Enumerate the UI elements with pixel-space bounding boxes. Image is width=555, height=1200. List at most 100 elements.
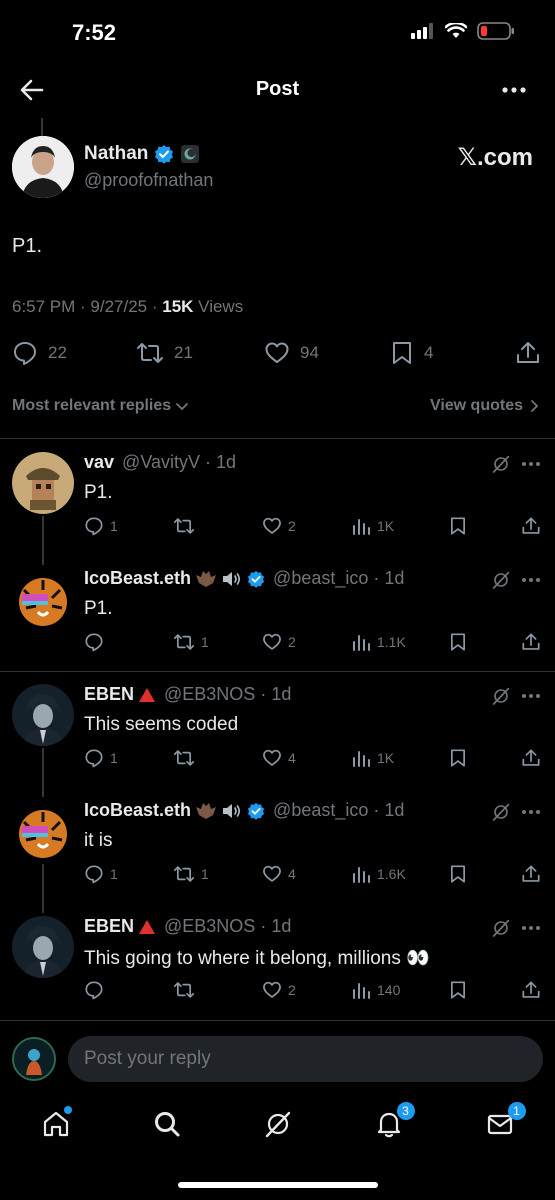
reply-button[interactable] — [84, 980, 140, 1000]
nav-search[interactable] — [147, 1104, 187, 1144]
reply-icon — [14, 342, 36, 365]
reply-avatar[interactable] — [12, 568, 74, 630]
reply-button[interactable]: 22 — [12, 340, 67, 366]
reply-handle[interactable]: @VavityV · 1d — [122, 452, 236, 473]
repost-icon — [173, 866, 195, 882]
bookmark-button[interactable]: 4 — [390, 340, 433, 366]
like-button[interactable]: 2 — [262, 632, 318, 652]
like-button[interactable]: 2 — [262, 980, 318, 1000]
reply-more-button[interactable] — [521, 688, 541, 704]
bookmark-button[interactable] — [448, 980, 468, 1000]
repost-button[interactable] — [173, 980, 229, 1000]
like-count: 2 — [288, 634, 296, 650]
verified-badge-icon — [247, 802, 265, 820]
reply-input[interactable]: Post your reply — [68, 1036, 543, 1082]
bookmark-button[interactable] — [448, 632, 468, 652]
views-count: 15K — [162, 297, 194, 316]
red-triangle-icon — [139, 687, 156, 702]
reply-author-name[interactable]: vav — [84, 452, 114, 473]
grok-button[interactable] — [491, 918, 511, 938]
post-timestamp[interactable]: 6:57 PM · 9/27/25 · — [12, 297, 162, 316]
repost-button[interactable]: 21 — [136, 340, 193, 366]
brand-link[interactable]: 𝕏.com — [458, 143, 533, 172]
reply-author-name[interactable]: IcoBeast.eth — [84, 800, 191, 821]
reply-more-button[interactable] — [521, 572, 541, 588]
heart-icon — [263, 633, 281, 650]
reply-more-button[interactable] — [521, 804, 541, 820]
share-button[interactable] — [515, 340, 541, 366]
home-unread-dot — [63, 1106, 72, 1114]
repost-button[interactable] — [173, 516, 229, 536]
repost-button[interactable] — [173, 748, 229, 768]
author-name[interactable]: Nathan — [84, 143, 148, 165]
share-button[interactable] — [521, 748, 541, 768]
reply-more-button[interactable] — [521, 920, 541, 936]
repost-button[interactable]: 1 — [173, 864, 229, 884]
my-avatar[interactable] — [12, 1037, 56, 1081]
reply-text: This seems coded — [84, 714, 239, 735]
view-quotes-link[interactable]: View quotes — [430, 397, 541, 415]
repost-icon — [173, 982, 195, 998]
share-button[interactable] — [521, 516, 541, 536]
sort-replies-dropdown[interactable]: Most relevant replies — [12, 397, 189, 415]
grok-button[interactable] — [491, 454, 511, 474]
views-button[interactable]: 1.6K — [351, 864, 407, 884]
reply-button[interactable]: 1 — [84, 748, 140, 768]
reply-header: EBEN @EB3NOS · 1d — [84, 916, 291, 937]
nav-messages[interactable]: 1 — [480, 1102, 526, 1144]
author-avatar[interactable] — [12, 136, 74, 198]
nav-notifications[interactable]: 3 — [369, 1102, 415, 1144]
reply-handle[interactable]: @beast_ico · 1d — [273, 568, 404, 589]
share-button[interactable] — [521, 632, 541, 652]
repost-button[interactable]: 1 — [173, 632, 229, 652]
grok-button[interactable] — [491, 802, 511, 822]
grok-button[interactable] — [491, 686, 511, 706]
reply-handle[interactable]: @EB3NOS · 1d — [164, 916, 291, 937]
like-button[interactable]: 4 — [262, 864, 318, 884]
nav-grok[interactable] — [258, 1104, 298, 1144]
reply-more-button[interactable] — [521, 456, 541, 472]
bookmark-button[interactable] — [448, 516, 468, 536]
messages-badge: 1 — [507, 1102, 526, 1120]
reply-button[interactable] — [84, 632, 140, 652]
share-button[interactable] — [521, 980, 541, 1000]
like-button[interactable]: 4 — [262, 748, 318, 768]
reply-handle[interactable]: @EB3NOS · 1d — [164, 684, 291, 705]
views-label: Views — [193, 297, 244, 316]
grok-icon — [492, 455, 510, 473]
more-options-button[interactable] — [501, 80, 527, 100]
reply-author-name[interactable]: EBEN — [84, 684, 134, 705]
like-count: 2 — [288, 518, 296, 534]
reply-author-name[interactable]: EBEN — [84, 916, 134, 937]
author-handle[interactable]: @proofofnathan — [84, 170, 213, 191]
grok-button[interactable] — [491, 570, 511, 590]
views-button[interactable]: 1K — [351, 748, 407, 768]
battery-low-icon — [477, 22, 514, 40]
reply-button[interactable]: 1 — [84, 864, 140, 884]
reply-author-name[interactable]: IcoBeast.eth — [84, 568, 191, 589]
chevron-down-icon — [176, 403, 189, 411]
bottom-nav: 3 1 — [0, 1092, 555, 1156]
nav-home[interactable] — [36, 1104, 76, 1144]
verified-badge-icon — [247, 570, 265, 588]
divider — [0, 438, 555, 439]
reply-avatar[interactable] — [12, 800, 74, 862]
share-button[interactable] — [521, 864, 541, 884]
share-icon — [522, 865, 540, 882]
reply-handle[interactable]: @beast_ico · 1d — [273, 800, 404, 821]
share-icon — [522, 517, 540, 534]
like-button[interactable]: 94 — [264, 340, 319, 366]
view-quotes-label: View quotes — [429, 397, 523, 414]
reply-button[interactable]: 1 — [84, 516, 140, 536]
reply-avatar[interactable] — [12, 916, 74, 978]
views-button[interactable]: 1K — [351, 516, 407, 536]
page-title: Post — [255, 78, 300, 100]
views-button[interactable]: 140 — [351, 980, 407, 1000]
like-button[interactable]: 2 — [262, 516, 318, 536]
reply-avatar[interactable] — [12, 684, 74, 746]
reply-avatar[interactable] — [12, 452, 74, 514]
bookmark-button[interactable] — [448, 864, 468, 884]
bookmark-button[interactable] — [448, 748, 468, 768]
views-button[interactable]: 1.1K — [351, 632, 407, 652]
more-horizontal-icon — [522, 462, 540, 466]
